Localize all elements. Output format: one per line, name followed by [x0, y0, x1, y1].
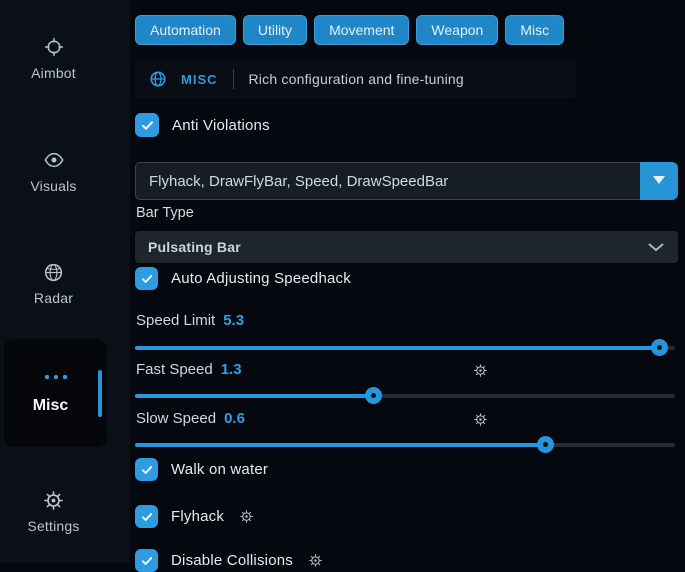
auto-adjusting-speedhack-row[interactable]: Auto Adjusting Speedhack	[135, 267, 351, 290]
anti-violations-row[interactable]: Anti Violations	[135, 113, 270, 137]
eye-icon	[43, 149, 65, 171]
checkbox-label: Walk on water	[171, 461, 268, 478]
sidebar-item-aimbot[interactable]: Aimbot	[0, 36, 107, 81]
slow-speed-label-row: Slow Speed 0.6	[136, 410, 245, 427]
dots-icon	[45, 375, 67, 379]
violations-multiselect[interactable]: Flyhack, DrawFlyBar, Speed, DrawSpeedBar	[135, 162, 678, 200]
sidebar-item-visuals[interactable]: Visuals	[0, 149, 107, 194]
sidebar-item-label: Misc	[4, 397, 97, 415]
checkbox-checked-icon[interactable]	[135, 505, 158, 528]
sidebar-item-label: Settings	[27, 518, 79, 534]
sidebar-item-radar[interactable]: Radar	[0, 261, 107, 306]
tab-movement[interactable]: Movement	[314, 15, 409, 45]
walk-on-water-row[interactable]: Walk on water	[135, 458, 268, 481]
checkbox-label: Flyhack	[171, 508, 224, 525]
globe-icon	[43, 261, 64, 283]
sidebar: Aimbot Visuals Radar Misc	[0, 0, 130, 563]
checkbox-checked-icon[interactable]	[135, 267, 158, 290]
slider-thumb[interactable]	[651, 339, 668, 356]
speed-limit-slider[interactable]	[135, 339, 675, 356]
divider	[233, 69, 234, 89]
bar-type-select[interactable]: Pulsating Bar	[135, 231, 678, 263]
sidebar-item-settings[interactable]: Settings	[0, 489, 107, 534]
gear-icon[interactable]	[473, 412, 488, 427]
multiselect-field[interactable]: Flyhack, DrawFlyBar, Speed, DrawSpeedBar	[135, 162, 640, 200]
category-tabs: Automation Utility Movement Weapon Misc	[135, 15, 564, 45]
slider-label: Slow Speed	[136, 410, 216, 427]
slow-speed-slider[interactable]	[135, 436, 675, 453]
multiselect-value: Flyhack, DrawFlyBar, Speed, DrawSpeedBar	[149, 173, 448, 190]
tab-automation[interactable]: Automation	[135, 15, 236, 45]
gear-icon[interactable]	[473, 363, 488, 378]
slider-value: 0.6	[224, 410, 245, 427]
tab-utility[interactable]: Utility	[243, 15, 307, 45]
checkbox-checked-icon[interactable]	[135, 549, 158, 572]
slider-label: Speed Limit	[136, 312, 215, 329]
slider-label: Fast Speed	[136, 361, 213, 378]
select-value: Pulsating Bar	[148, 239, 241, 255]
slider-value: 5.3	[223, 312, 244, 329]
disable-collisions-row[interactable]: Disable Collisions	[135, 549, 323, 572]
checkbox-label: Auto Adjusting Speedhack	[171, 270, 351, 287]
fast-speed-label-row: Fast Speed 1.3	[136, 361, 242, 378]
active-indicator	[98, 370, 102, 417]
crosshair-icon	[43, 36, 65, 58]
chevron-down-icon	[648, 243, 664, 252]
slider-thumb[interactable]	[537, 436, 554, 453]
slider-value: 1.3	[221, 361, 242, 378]
sidebar-item-misc[interactable]: Misc	[4, 339, 107, 447]
section-header: MISC Rich configuration and fine-tuning	[135, 60, 576, 98]
sidebar-item-label: Visuals	[30, 178, 76, 194]
page-subtitle: Rich configuration and fine-tuning	[249, 71, 464, 87]
fast-speed-slider[interactable]	[135, 387, 675, 404]
slider-thumb[interactable]	[365, 387, 382, 404]
checkbox-label: Disable Collisions	[171, 552, 293, 569]
sidebar-item-label: Radar	[34, 290, 73, 306]
speed-limit-label-row: Speed Limit 5.3	[136, 312, 244, 329]
checkbox-checked-icon[interactable]	[135, 113, 159, 137]
gear-icon	[43, 489, 64, 511]
flyhack-row[interactable]: Flyhack	[135, 505, 254, 528]
globe-icon	[149, 70, 167, 88]
page-title: MISC	[181, 72, 218, 87]
sidebar-item-label: Aimbot	[31, 65, 76, 81]
bar-type-label: Bar Type	[136, 205, 194, 221]
checkbox-label: Anti Violations	[172, 117, 270, 134]
gear-icon[interactable]	[308, 553, 323, 568]
dropdown-triangle-icon	[652, 172, 666, 190]
multiselect-open-button[interactable]	[640, 162, 678, 200]
tab-weapon[interactable]: Weapon	[416, 15, 498, 45]
tab-misc[interactable]: Misc	[505, 15, 564, 45]
checkbox-checked-icon[interactable]	[135, 458, 158, 481]
main-panel: Automation Utility Movement Weapon Misc …	[135, 0, 678, 563]
gear-icon[interactable]	[239, 509, 254, 524]
